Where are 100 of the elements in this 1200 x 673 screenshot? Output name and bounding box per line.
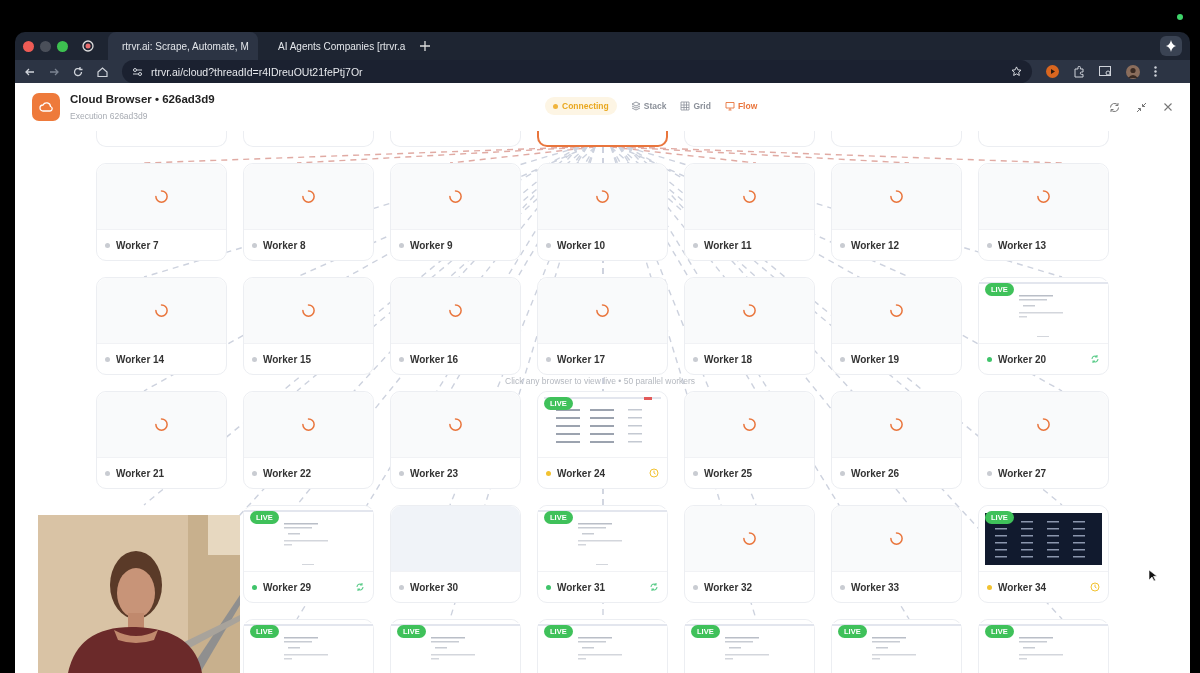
execution-subtitle: Execution 626ad3d9 — [70, 111, 149, 121]
worker-card[interactable]: Worker 18 — [684, 277, 815, 375]
spinner-icon — [301, 189, 316, 204]
worker-name: Worker 10 — [557, 239, 606, 251]
worker-card[interactable]: Worker 13 — [978, 163, 1109, 261]
worker-card[interactable]: Worker 11 — [684, 163, 815, 261]
close-icon[interactable] — [1163, 101, 1173, 112]
worker-name: Worker 34 — [998, 581, 1047, 593]
star-icon[interactable] — [1011, 66, 1022, 77]
forward-icon[interactable] — [49, 66, 59, 77]
site-settings-icon[interactable] — [132, 66, 143, 77]
worker-card[interactable]: Worker 8 — [243, 163, 374, 261]
worker-card[interactable]: Worker 14 — [96, 277, 227, 375]
spinner-icon — [1036, 417, 1051, 432]
spinner-icon — [742, 303, 757, 318]
worker-card[interactable]: Worker 30 — [390, 505, 521, 603]
spinner-icon — [301, 303, 316, 318]
record-icon[interactable] — [82, 40, 94, 52]
spinner-icon — [889, 417, 904, 432]
worker-name: Worker 29 — [263, 581, 312, 593]
worker-name: Worker 32 — [704, 581, 753, 593]
worker-name: Worker 19 — [851, 353, 900, 365]
worker-name: Worker 22 — [263, 467, 312, 479]
worker-name: Worker 9 — [410, 239, 453, 251]
spinner-icon — [889, 531, 904, 546]
worker-card[interactable]: Worker 33 — [831, 505, 962, 603]
worker-card[interactable]: Worker 7 — [96, 163, 227, 261]
spinner-icon — [595, 189, 610, 204]
worker-card[interactable]: Worker 16 — [390, 277, 521, 375]
worker-card[interactable]: Worker 17 — [537, 277, 668, 375]
worker-name: Worker 12 — [851, 239, 900, 251]
spinner-icon — [1036, 189, 1051, 204]
back-icon[interactable] — [25, 66, 35, 77]
address-bar[interactable]: rtrvr.ai/cloud?threadId=r4IDreuOUt21fePtj7Or — [122, 60, 1032, 83]
worker-name: Worker 25 — [704, 467, 753, 479]
worker-card[interactable]: Worker 32 — [684, 505, 815, 603]
new-tab-icon[interactable] — [420, 41, 430, 51]
window-zoom-control[interactable] — [57, 40, 68, 52]
cloud-icon — [39, 102, 53, 112]
cursor-icon — [1148, 569, 1157, 582]
browser-tab[interactable]: AI Agents Companies [rtrvr.a — [264, 32, 414, 60]
refresh-icon[interactable] — [1109, 101, 1120, 113]
worker-card[interactable]: Worker 25 — [684, 391, 815, 489]
worker-card[interactable]: Worker 15 — [243, 277, 374, 375]
spinner-icon — [154, 303, 169, 318]
layers-icon — [630, 101, 641, 111]
spinner-icon — [448, 303, 463, 318]
spinner-icon — [742, 531, 757, 546]
worker-card[interactable]: Worker 21 — [96, 391, 227, 489]
spinner-icon — [595, 303, 610, 318]
spinner-icon — [889, 189, 904, 204]
window-title: Cloud Browser • 626ad3d9 — [70, 93, 215, 105]
spinner-icon — [448, 189, 463, 204]
avatar-icon[interactable] — [1126, 64, 1140, 79]
worker-name: Worker 15 — [263, 353, 312, 365]
worker-name: Worker 16 — [410, 353, 459, 365]
worker-name: Worker 18 — [704, 353, 753, 365]
tab-search-icon[interactable] — [1099, 66, 1112, 77]
worker-name: Worker 21 — [116, 467, 165, 479]
worker-card[interactable]: Worker 12 — [831, 163, 962, 261]
worker-name: Worker 11 — [704, 239, 752, 251]
worker-name: Worker 27 — [998, 467, 1047, 479]
camera-indicator-icon — [1177, 14, 1183, 20]
worker-name: Worker 8 — [263, 239, 306, 251]
worker-name: Worker 24 — [557, 467, 606, 479]
spinner-icon — [742, 189, 757, 204]
window-close-control[interactable] — [23, 40, 34, 52]
sparkle-icon[interactable] — [1160, 36, 1182, 56]
worker-card[interactable]: Worker 23 — [390, 391, 521, 489]
spinner-icon — [448, 417, 463, 432]
worker-name: Worker 7 — [116, 239, 159, 251]
worker-name: Worker 23 — [410, 467, 459, 479]
reload-icon[interactable] — [73, 66, 83, 77]
worker-card[interactable]: Worker 27 — [978, 391, 1109, 489]
worker-name: Worker 20 — [998, 353, 1047, 365]
worker-card[interactable]: Worker 9 — [390, 163, 521, 261]
worker-card[interactable]: Worker 26 — [831, 391, 962, 489]
hint-text: Click any browser to view live • 50 parallel workers — [505, 376, 696, 386]
worker-card[interactable]: Worker 10 — [537, 163, 668, 261]
puzzle-icon[interactable] — [1073, 65, 1085, 78]
worker-card[interactable]: Worker 19 — [831, 277, 962, 375]
worker-name: Worker 17 — [557, 353, 606, 365]
menu-icon[interactable] — [1154, 66, 1157, 77]
minimize-icon[interactable] — [1136, 101, 1147, 113]
worker-name: Worker 31 — [557, 581, 606, 593]
worker-name: Worker 26 — [851, 467, 900, 479]
grid-icon — [680, 101, 691, 111]
spinner-icon — [154, 189, 169, 204]
worker-name: Worker 33 — [851, 581, 900, 593]
worker-card[interactable] — [537, 131, 668, 147]
home-icon[interactable] — [97, 66, 108, 77]
status-dot — [553, 103, 558, 109]
worker-card[interactable]: Worker 22 — [243, 391, 374, 489]
browser-tab[interactable]: rtrvr.ai: Scrape, Automate, M — [108, 32, 258, 60]
worker-name: Worker 13 — [998, 239, 1047, 251]
spinner-icon — [889, 303, 904, 318]
spinner-icon — [742, 417, 757, 432]
worker-name: Worker 30 — [410, 581, 459, 593]
spinner-icon — [154, 417, 169, 432]
extension-logo-icon[interactable] — [1046, 65, 1059, 78]
